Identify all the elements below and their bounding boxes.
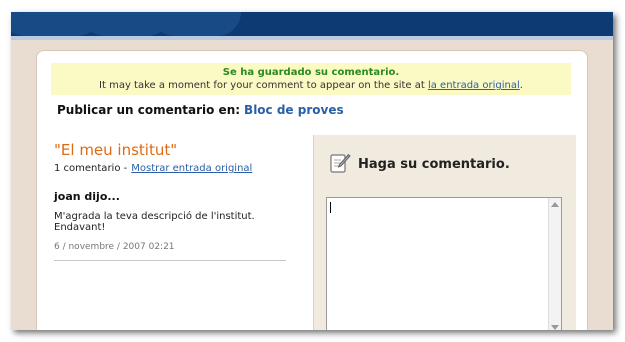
comment-divider [54,260,286,261]
notice-detail: It may take a moment for your comment to… [51,80,571,91]
text-caret [330,202,331,213]
browser-page-frame: Se ha guardado su comentario. It may tak… [11,12,613,330]
post-title: "El meu institut" [54,141,178,159]
original-entry-link[interactable]: la entrada original [428,80,520,91]
comment-count: 1 comentario - [54,163,128,174]
comment-form: Haga su comentario. [313,135,576,330]
header-decoration [151,12,241,36]
notice-detail-text: It may take a moment for your comment to… [99,80,428,91]
blog-name-link[interactable]: Bloc de proves [244,103,344,117]
textarea-scrollbar[interactable] [548,198,561,330]
notice-detail-suffix: . [519,80,523,91]
publish-heading: Publicar un comentario en: Bloc de proves [57,103,344,117]
pencil-icon [330,153,351,173]
scroll-up-arrow-icon[interactable] [551,202,559,207]
show-original-link[interactable]: Mostrar entrada original [131,163,252,174]
form-title: Haga su comentario. [358,157,510,172]
header-divider [11,36,613,40]
comment-panel: Se ha guardado su comentario. It may tak… [36,50,588,330]
comment-textarea[interactable] [326,197,562,330]
top-header-bar [11,12,613,36]
comment-author: joan dijo... [54,190,120,203]
scroll-down-arrow-icon[interactable] [551,325,559,330]
publish-label: Publicar un comentario en: [57,103,241,117]
comment-count-line: 1 comentario - Mostrar entrada original [54,163,292,174]
comment-text: M'agrada la teva descripció de l'institu… [54,211,255,233]
post-column: "El meu institut" 1 comentario - Mostrar … [54,141,292,252]
saved-message: Se ha guardado su comentario. [222,67,400,78]
saved-notice: Se ha guardado su comentario. It may tak… [51,63,571,95]
comment-date: 6 / novembre / 2007 02:21 [54,242,175,252]
